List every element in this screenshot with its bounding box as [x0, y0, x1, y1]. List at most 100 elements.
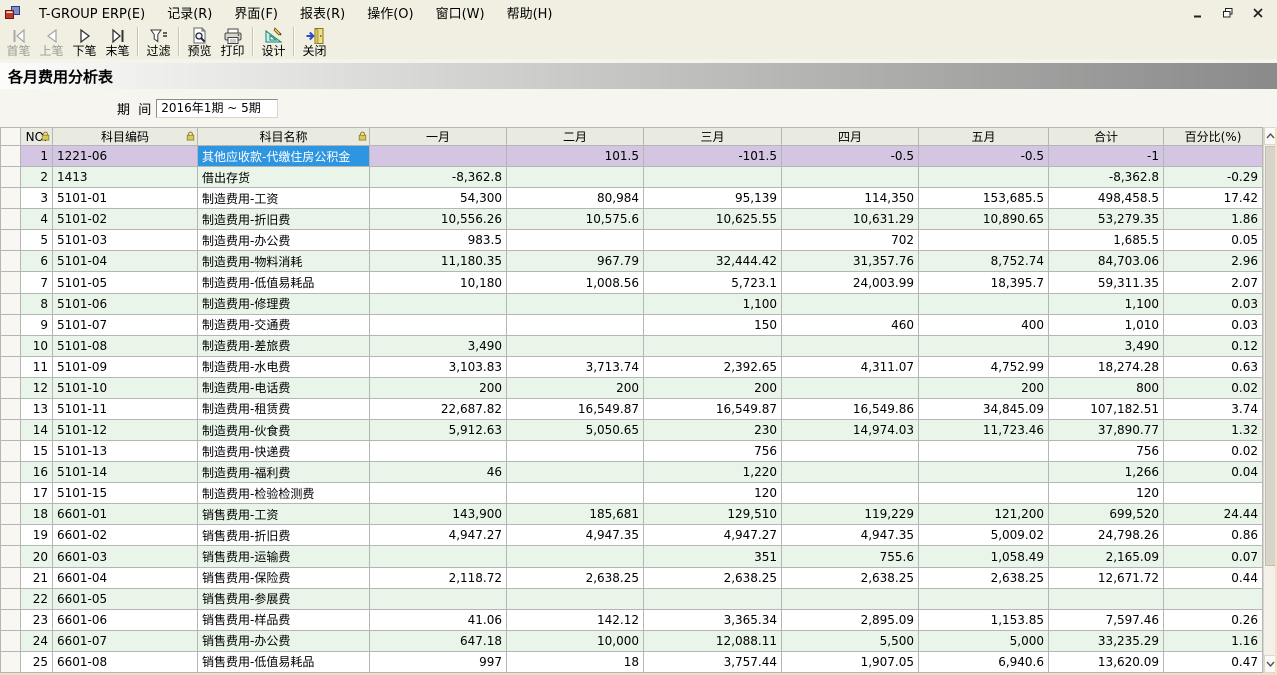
cell[interactable]: 销售费用-办公费 [198, 630, 370, 651]
cell[interactable]: 5101-02 [53, 209, 198, 230]
cell[interactable]: 34,845.09 [919, 398, 1049, 419]
cell[interactable]: 101.5 [507, 146, 644, 167]
row-selector-cell[interactable] [1, 251, 21, 272]
cell[interactable]: 5,009.02 [919, 525, 1049, 546]
cell[interactable]: 80,984 [507, 188, 644, 209]
row-selector-cell[interactable] [1, 630, 21, 651]
cell[interactable]: 2,165.09 [1049, 546, 1164, 567]
cell[interactable]: 702 [782, 230, 919, 251]
cell[interactable]: 10,625.55 [644, 209, 782, 230]
cell[interactable]: 41.06 [370, 609, 507, 630]
cell[interactable]: -0.5 [782, 146, 919, 167]
cell[interactable]: 销售费用-样品费 [198, 609, 370, 630]
cell[interactable]: 24 [21, 630, 53, 651]
restore-button[interactable] [1221, 7, 1235, 19]
cell[interactable]: 5101-09 [53, 356, 198, 377]
cell[interactable]: 400 [919, 314, 1049, 335]
cell[interactable]: 2.96 [1164, 251, 1263, 272]
cell[interactable]: 10,890.65 [919, 209, 1049, 230]
cell[interactable]: 24,003.99 [782, 272, 919, 293]
cell[interactable]: 3,757.44 [644, 651, 782, 672]
cell[interactable]: 351 [644, 546, 782, 567]
cell[interactable]: 150 [644, 314, 782, 335]
cell[interactable]: 1.16 [1164, 630, 1263, 651]
cell[interactable]: 16,549.87 [644, 398, 782, 419]
cell[interactable] [782, 293, 919, 314]
cell[interactable] [507, 314, 644, 335]
row-selector-cell[interactable] [1, 293, 21, 314]
cell[interactable]: 16,549.86 [782, 398, 919, 419]
cell[interactable]: 制造费用-修理费 [198, 293, 370, 314]
cell[interactable]: 0.02 [1164, 377, 1263, 398]
cell[interactable]: 153,685.5 [919, 188, 1049, 209]
cell[interactable]: 13 [21, 398, 53, 419]
cell[interactable]: 制造费用-电话费 [198, 377, 370, 398]
cell[interactable]: 3,490 [1049, 335, 1164, 356]
cell[interactable]: 6601-02 [53, 525, 198, 546]
cell[interactable]: 制造费用-差旅费 [198, 335, 370, 356]
row-selector-cell[interactable] [1, 588, 21, 609]
cell[interactable]: 5101-10 [53, 377, 198, 398]
cell[interactable]: 143,900 [370, 504, 507, 525]
cell[interactable]: 997 [370, 651, 507, 672]
cell[interactable]: 6 [21, 251, 53, 272]
cell[interactable]: 1,100 [1049, 293, 1164, 314]
cell[interactable]: 1,008.56 [507, 272, 644, 293]
cell[interactable] [1164, 588, 1263, 609]
cell[interactable]: 4,311.07 [782, 356, 919, 377]
cell[interactable]: 12,671.72 [1049, 567, 1164, 588]
cell[interactable]: 1,058.49 [919, 546, 1049, 567]
toolbar-button-filter[interactable]: 过滤 [142, 26, 175, 58]
cell[interactable]: 5,500 [782, 630, 919, 651]
cell[interactable]: 10,000 [507, 630, 644, 651]
cell[interactable]: 5101-06 [53, 293, 198, 314]
toolbar-button-next-record[interactable]: 下笔 [68, 26, 101, 58]
cell[interactable]: 0.04 [1164, 462, 1263, 483]
cell[interactable]: 59,311.35 [1049, 272, 1164, 293]
cell[interactable]: 18 [21, 504, 53, 525]
cell[interactable]: 制造费用-办公费 [198, 230, 370, 251]
selected-cell[interactable]: 其他应收款-代缴住房公积金 [198, 146, 370, 167]
menu-item-3[interactable]: 报表(R) [289, 5, 356, 24]
cell[interactable]: 6601-06 [53, 609, 198, 630]
cell[interactable]: 22,687.82 [370, 398, 507, 419]
cell[interactable] [782, 335, 919, 356]
cell[interactable]: 983.5 [370, 230, 507, 251]
cell[interactable]: 4,947.27 [370, 525, 507, 546]
cell[interactable]: 2,638.25 [507, 567, 644, 588]
cell[interactable] [507, 335, 644, 356]
toolbar-button-prev-record[interactable]: 上笔 [35, 26, 68, 58]
cell[interactable]: 销售费用-折旧费 [198, 525, 370, 546]
cell[interactable]: 185,681 [507, 504, 644, 525]
cell[interactable]: 14,974.03 [782, 420, 919, 441]
row-selector-cell[interactable] [1, 546, 21, 567]
cell[interactable] [507, 293, 644, 314]
menu-item-0[interactable]: T-GROUP ERP(E) [28, 5, 156, 24]
cell[interactable] [1164, 483, 1263, 504]
row-selector-cell[interactable] [1, 398, 21, 419]
cell[interactable] [919, 588, 1049, 609]
cell[interactable]: 460 [782, 314, 919, 335]
cell[interactable]: 2 [21, 167, 53, 188]
toolbar-button-preview[interactable]: 预览 [183, 26, 216, 58]
cell[interactable] [644, 167, 782, 188]
cell[interactable] [782, 483, 919, 504]
cell[interactable]: 6601-04 [53, 567, 198, 588]
cell[interactable]: 19 [21, 525, 53, 546]
cell[interactable]: 17 [21, 483, 53, 504]
cell[interactable]: 制造费用-交通费 [198, 314, 370, 335]
cell[interactable] [370, 441, 507, 462]
cell[interactable]: 11,723.46 [919, 420, 1049, 441]
cell[interactable]: 5101-01 [53, 188, 198, 209]
cell[interactable]: 10,180 [370, 272, 507, 293]
cell[interactable]: 1.32 [1164, 420, 1263, 441]
cell[interactable] [370, 314, 507, 335]
cell[interactable] [1164, 146, 1263, 167]
cell[interactable] [919, 441, 1049, 462]
cell[interactable] [507, 441, 644, 462]
cell[interactable]: 1,100 [644, 293, 782, 314]
cell[interactable]: 32,444.42 [644, 251, 782, 272]
cell[interactable]: 5,723.1 [644, 272, 782, 293]
row-selector-cell[interactable] [1, 609, 21, 630]
toolbar-button-design[interactable]: 设计 [257, 26, 290, 58]
